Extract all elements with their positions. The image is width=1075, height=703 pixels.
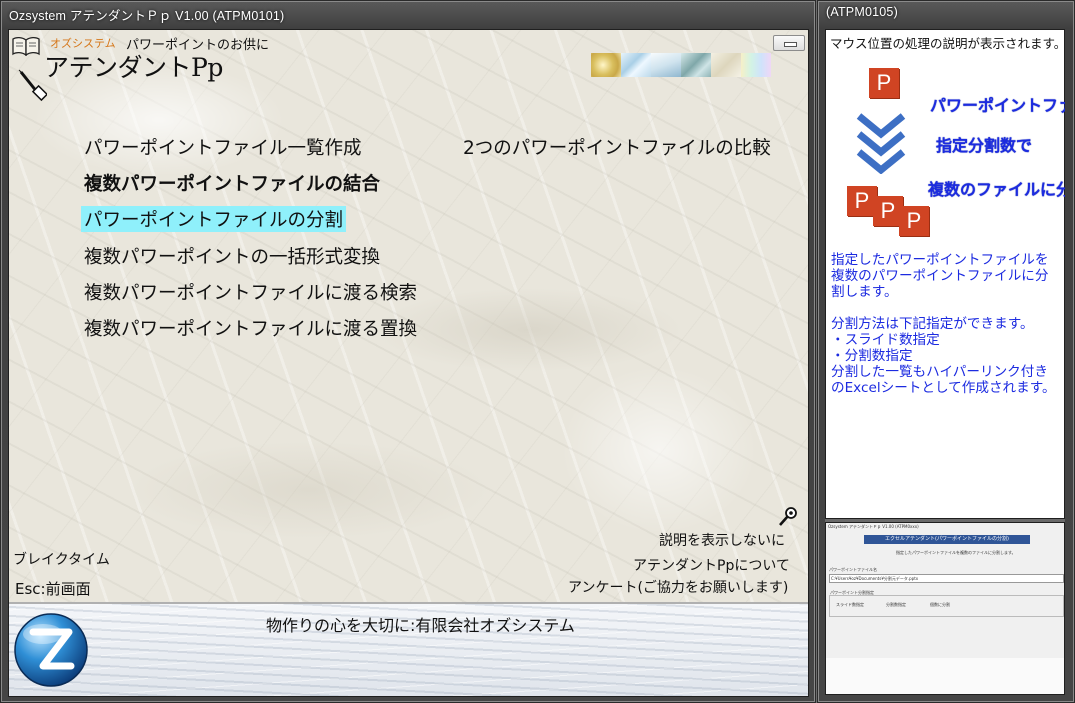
app-name: アテンダントPp <box>44 53 223 82</box>
preview-split-suffix: 個数に分割 <box>930 602 950 607</box>
preview-header-bar: エクセルアテンダント(パワーポイントファイルの分割) <box>864 535 1030 544</box>
theme-swatch-cream[interactable] <box>711 53 741 77</box>
side-window-title: (ATPM0105) <box>826 5 898 19</box>
theme-swatches <box>591 53 771 77</box>
menu-ppt-merge[interactable]: 複数パワーポイントファイルの結合 <box>84 170 380 196</box>
theme-swatch-gold[interactable] <box>591 53 621 77</box>
main-menu-area: オズシステム パワーポイントのお供に アテンダントPp パワーポイントファイル一… <box>8 29 809 697</box>
preview-path-value: C:¥Users¥oz¥Documents¥分割元データ.pptx <box>831 576 919 581</box>
about-link[interactable]: アテンダントPpについて <box>633 555 790 575</box>
heading-line-1: パワーポイントファイルを <box>930 96 1065 115</box>
menu-ppt-search[interactable]: 複数パワーポイントファイルに渡る検索 <box>84 279 417 305</box>
preview-subtitle: 指定したパワーポイントファイルを複数のファイルに分割します。 <box>896 550 1016 555</box>
explanation-panel: マウス位置の処理の説明が表示されます。 P P P P パワーポイントファイルを… <box>825 29 1065 519</box>
break-time-link[interactable]: ブレイクタイム <box>13 549 110 569</box>
preview-option-split: 分割数指定 <box>886 602 906 607</box>
preview-option-slide: スライド数指定 <box>836 602 864 607</box>
survey-link[interactable]: アンケート(ご協力をお願いします) <box>568 577 788 597</box>
hide-explanation-link[interactable]: 説明を表示しないに <box>659 530 785 550</box>
menu-ppt-replace[interactable]: 複数パワーポイントファイルに渡る置換 <box>84 315 417 341</box>
menu-ppt-split[interactable]: パワーポイントファイルの分割 <box>81 206 347 232</box>
description-line-2: 複数のパワーポイントファイルに分 <box>831 268 1049 284</box>
powerpoint-icon-3: P <box>899 206 929 236</box>
theme-swatch-teal[interactable] <box>681 53 711 77</box>
preview-bottom-area <box>826 658 1064 694</box>
description-line-6: ・スライド数指定 <box>831 332 940 348</box>
powerpoint-icon: P <box>869 68 899 98</box>
theme-swatch-ice[interactable] <box>621 53 651 77</box>
explanation-window: (ATPM0105) マウス位置の処理の説明が表示されます。 P P P P パ… <box>817 0 1075 703</box>
mouse-hint: マウス位置の処理の説明が表示されます。 <box>830 36 1065 51</box>
description-line-1: 指定したパワーポイントファイルを <box>831 252 1049 268</box>
wrench-icon[interactable] <box>777 506 799 528</box>
preview-field-label: パワーポイントファイル名 <box>829 567 877 572</box>
description-line-8: 分割した一覧もハイパーリンク付き <box>831 364 1048 380</box>
preview-split-options: スライド数指定 分割数指定 個数に分割 <box>829 595 1064 617</box>
description-line-7: ・分割数指定 <box>831 348 913 364</box>
theme-swatch-rainbow[interactable] <box>741 53 771 77</box>
book-icon <box>12 36 40 56</box>
menu-ppt-compare[interactable]: 2つのパワーポイントファイルの比較 <box>463 134 771 160</box>
minimize-icon <box>784 42 797 47</box>
heading-line-3: 複数のファイルに分割 <box>928 180 1065 199</box>
preview-path-input: C:¥Users¥oz¥Documents¥分割元データ.pptx <box>829 574 1064 583</box>
main-window: Ozsystem アテンダントＰｐ V1.00 (ATPM0101) オズシステ… <box>0 0 816 703</box>
description-line-5: 分割方法は下記指定ができます。 <box>831 316 1034 332</box>
menu-ppt-format-convert[interactable]: 複数パワーポイントの一括形式変換 <box>84 243 380 269</box>
footer-slogan: 物作りの心を大切に:有限会社オズシステム <box>266 616 575 635</box>
minimize-button[interactable] <box>773 35 805 51</box>
description-line-9: のExcelシートとして作成されます。 <box>831 380 1056 396</box>
footer-banner: 物作りの心を大切に:有限会社オズシステム <box>9 602 808 696</box>
description-line-3: 割します。 <box>831 284 898 300</box>
ozsystem-logo <box>14 613 88 687</box>
esc-back-link[interactable]: Esc:前画面 <box>15 578 91 599</box>
explanation-area: マウス位置の処理の説明が表示されます。 P P P P パワーポイントファイルを… <box>825 29 1065 695</box>
main-window-title: Ozsystem アテンダントＰｐ V1.00 (ATPM0101) <box>9 9 285 23</box>
magic-wand-icon <box>18 69 47 102</box>
theme-swatch-sky[interactable] <box>651 53 681 77</box>
heading-line-2: 指定分割数で <box>936 136 1033 155</box>
preview-window-title: Ozsystem アテンダントＰｐ V1.00 (ATPM0xxx) <box>828 524 919 529</box>
menu-ppt-file-list[interactable]: パワーポイントファイル一覧作成 <box>84 134 362 160</box>
screen-preview: Ozsystem アテンダントＰｐ V1.00 (ATPM0xxx) エクセルア… <box>825 522 1065 695</box>
chevron-down-icon <box>856 112 906 174</box>
